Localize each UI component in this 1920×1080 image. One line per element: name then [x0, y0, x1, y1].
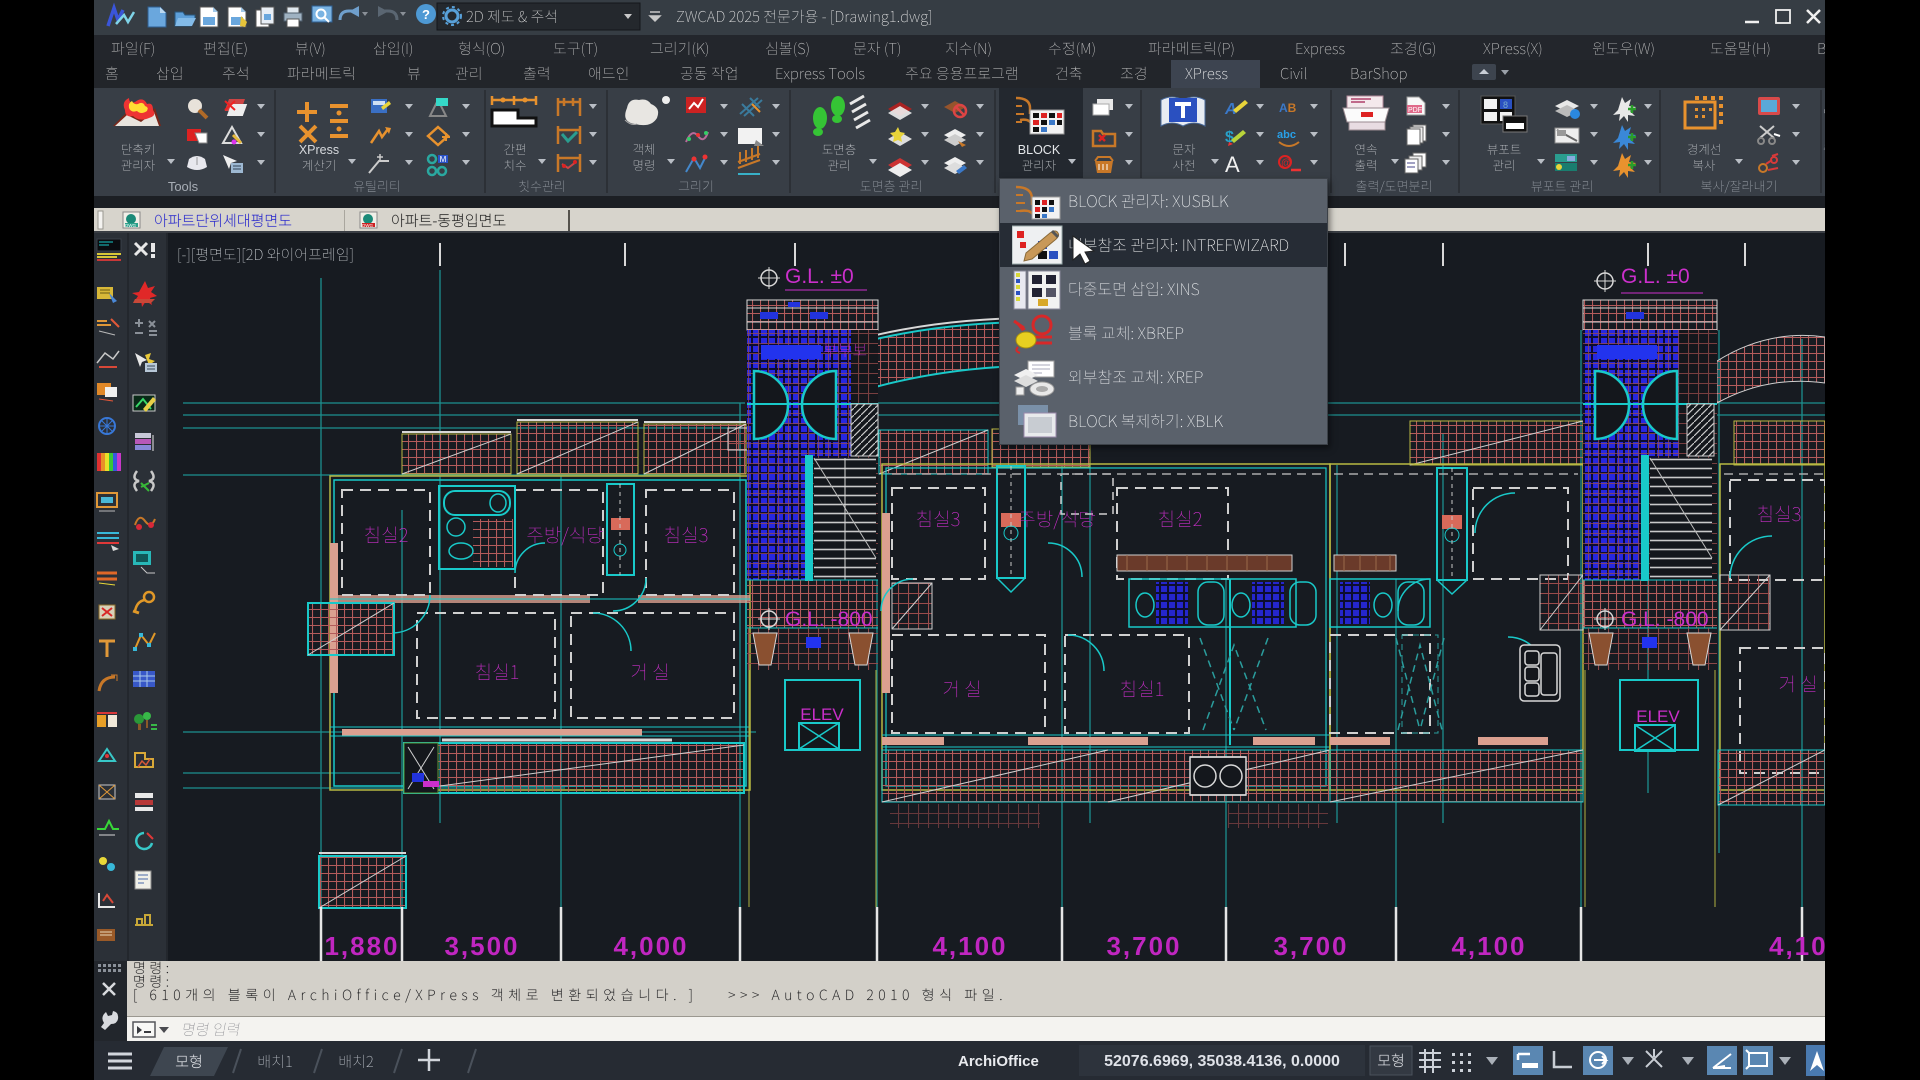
svg-text:DWG: DWG	[362, 223, 373, 228]
svg-text:BLOCK: BLOCK	[1018, 143, 1061, 157]
svg-text:1,880: 1,880	[324, 931, 399, 961]
svg-text:G.L. ±0: G.L. ±0	[1621, 265, 1690, 288]
svg-text:A: A	[1225, 152, 1240, 177]
svg-text:ArchiOffice: ArchiOffice	[958, 1053, 1039, 1070]
svg-text:?: ?	[422, 7, 430, 22]
svg-text:G.L. ±0: G.L. ±0	[785, 265, 854, 288]
svg-text:3,700: 3,700	[1273, 931, 1348, 961]
svg-text:@: @	[1281, 158, 1291, 169]
svg-text:M: M	[440, 155, 447, 164]
svg-text:3,500: 3,500	[444, 931, 519, 961]
svg-text:Tools: Tools	[168, 179, 199, 194]
svg-text:8: 8	[1503, 100, 1508, 110]
svg-text:4,100: 4,100	[932, 931, 1007, 961]
svg-text:4,10: 4,10	[1769, 931, 1825, 961]
svg-text:4,100: 4,100	[1451, 931, 1526, 961]
svg-text:G.L. -800: G.L. -800	[1621, 608, 1709, 631]
svg-text:PDF: PDF	[1408, 107, 1422, 114]
svg-text:52076.6969, 35038.4136, 0.0000: 52076.6969, 35038.4136, 0.0000	[1104, 1053, 1340, 1070]
svg-text:AB: AB	[1279, 101, 1297, 115]
svg-text:ELEV: ELEV	[1636, 707, 1680, 726]
svg-text:G.L. -800: G.L. -800	[785, 608, 873, 631]
svg-text:abc: abc	[1277, 129, 1296, 141]
svg-text:4,000: 4,000	[613, 931, 688, 961]
svg-text:XPress: XPress	[299, 143, 339, 157]
svg-text:ELEV: ELEV	[800, 705, 844, 724]
svg-text:3,700: 3,700	[1106, 931, 1181, 961]
svg-text:DWG: DWG	[125, 223, 136, 228]
